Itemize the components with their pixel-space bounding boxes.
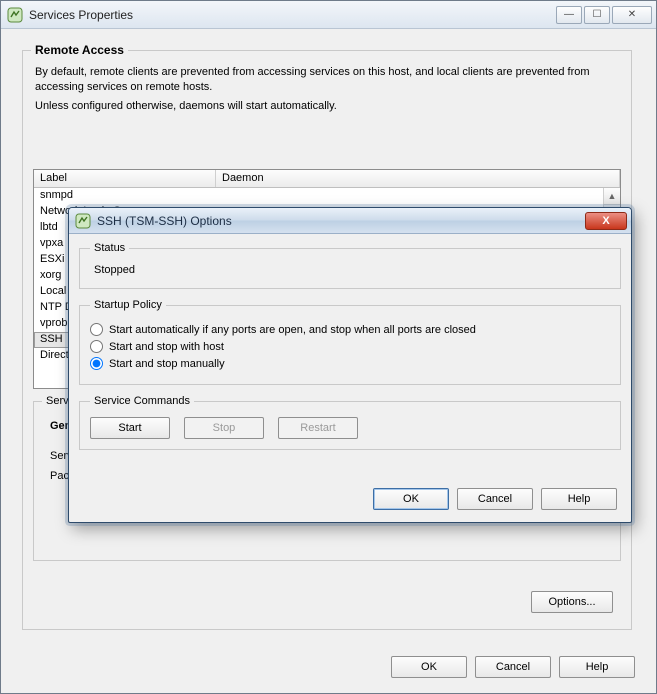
status-value: Stopped: [90, 262, 610, 278]
ssh-options-titlebar[interactable]: SSH (TSM-SSH) Options X: [69, 208, 631, 234]
service-commands-group: Service Commands Start Stop Restart: [79, 395, 621, 450]
column-label[interactable]: Label: [34, 170, 216, 187]
table-row[interactable]: snmpd: [34, 188, 620, 204]
remote-access-description: By default, remote clients are prevented…: [35, 65, 619, 118]
status-legend: Status: [90, 242, 129, 254]
outer-cancel-button[interactable]: Cancel: [475, 656, 551, 678]
outer-help-button[interactable]: Help: [559, 656, 635, 678]
startup-policy-legend: Startup Policy: [90, 299, 166, 311]
startup-host-radio[interactable]: [90, 340, 103, 353]
startup-auto-radio[interactable]: [90, 323, 103, 336]
restart-button[interactable]: Restart: [278, 417, 358, 439]
startup-auto-option[interactable]: Start automatically if any ports are ope…: [90, 323, 610, 336]
ssh-options-buttons: OK Cancel Help: [373, 488, 617, 510]
remote-access-title: Remote Access: [31, 43, 128, 57]
outer-window-title: Services Properties: [29, 8, 550, 22]
maximize-button[interactable]: ☐: [584, 6, 610, 24]
ssh-options-dialog: SSH (TSM-SSH) Options X Status Stopped S…: [68, 207, 632, 523]
startup-manual-label: Start and stop manually: [109, 358, 225, 370]
service-commands-legend: Service Commands: [90, 395, 194, 407]
vmware-icon: [7, 7, 23, 23]
minimize-button[interactable]: —: [556, 6, 582, 24]
ssh-options-title: SSH (TSM-SSH) Options: [97, 214, 579, 228]
outer-ok-button[interactable]: OK: [391, 656, 467, 678]
start-button[interactable]: Start: [90, 417, 170, 439]
startup-host-option[interactable]: Start and stop with host: [90, 340, 610, 353]
startup-manual-radio[interactable]: [90, 357, 103, 370]
outer-dialog-buttons: OK Cancel Help: [391, 656, 635, 678]
stop-button[interactable]: Stop: [184, 417, 264, 439]
column-daemon[interactable]: Daemon: [216, 170, 620, 187]
vmware-icon: [75, 213, 91, 229]
ssh-help-button[interactable]: Help: [541, 488, 617, 510]
startup-host-label: Start and stop with host: [109, 341, 224, 353]
desc-line-2: Unless configured otherwise, daemons wil…: [35, 99, 619, 114]
startup-policy-group: Startup Policy Start automatically if an…: [79, 299, 621, 385]
services-properties-window: Services Properties — ☐ ✕ Remote Access …: [0, 0, 657, 694]
ssh-cancel-button[interactable]: Cancel: [457, 488, 533, 510]
options-button[interactable]: Options...: [531, 591, 613, 613]
startup-manual-option[interactable]: Start and stop manually: [90, 357, 610, 370]
close-button[interactable]: ✕: [612, 6, 652, 24]
scroll-up-icon[interactable]: ▲: [604, 188, 620, 205]
outer-window-controls: — ☐ ✕: [556, 6, 652, 24]
status-group: Status Stopped: [79, 242, 621, 289]
ssh-options-body: Status Stopped Startup Policy Start auto…: [79, 242, 621, 478]
services-table-header: Label Daemon: [34, 170, 620, 188]
outer-client-area: Remote Access By default, remote clients…: [2, 30, 655, 692]
ssh-ok-button[interactable]: OK: [373, 488, 449, 510]
ssh-options-close-button[interactable]: X: [585, 212, 627, 230]
startup-auto-label: Start automatically if any ports are ope…: [109, 324, 476, 336]
desc-line-1: By default, remote clients are prevented…: [35, 65, 619, 95]
outer-titlebar[interactable]: Services Properties — ☐ ✕: [1, 1, 656, 29]
